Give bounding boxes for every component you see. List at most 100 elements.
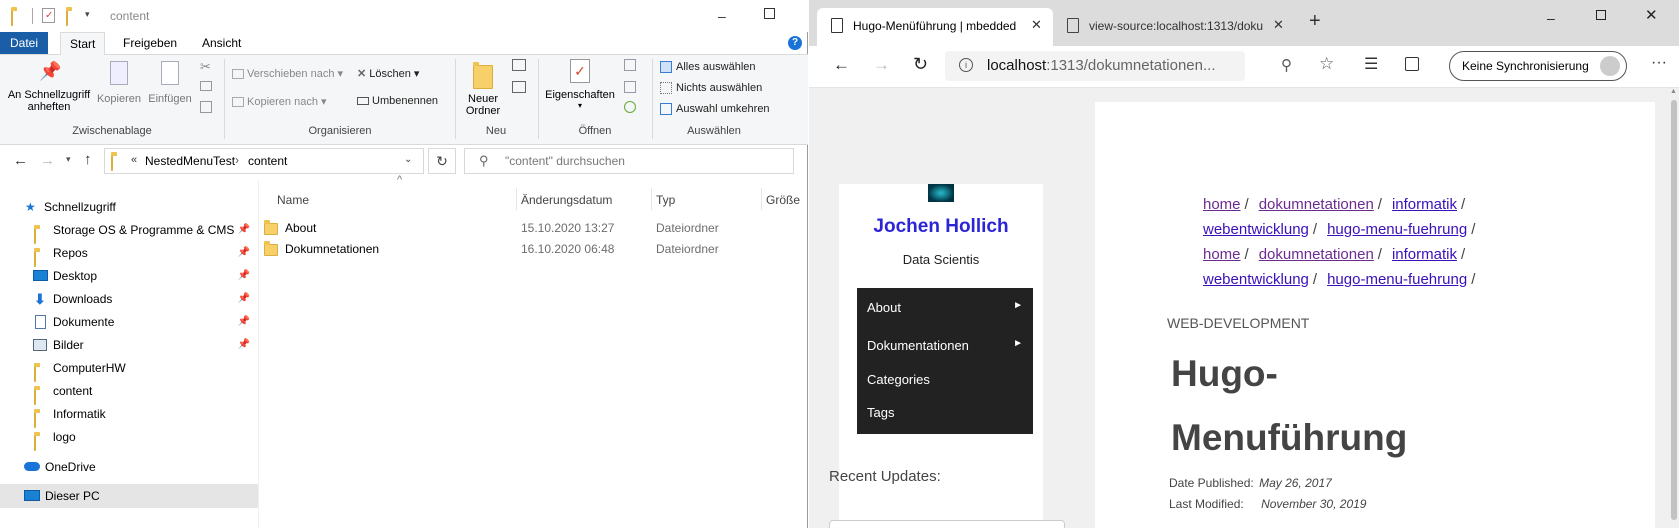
breadcrumb-link[interactable]: informatik <box>1392 246 1457 263</box>
nav-item[interactable]: Desktop 📌 <box>0 264 258 288</box>
table-row[interactable]: About 15.10.2020 13:27 Dateiordner <box>264 218 804 239</box>
back-arrow-icon[interactable]: ← <box>13 152 28 169</box>
recent-locations-icon[interactable]: ▾ <box>66 154 71 165</box>
favorite-star-icon[interactable]: ☆ <box>1319 54 1334 74</box>
nav-item[interactable]: logo <box>0 425 258 451</box>
breadcrumb-link[interactable]: hugo-menu-fuehrung <box>1327 271 1467 288</box>
help-icon[interactable]: ? <box>788 36 802 50</box>
minimize-icon[interactable]: – <box>1547 10 1555 26</box>
site-author[interactable]: Jochen Hollich <box>839 216 1043 238</box>
up-arrow-icon[interactable]: ↑ <box>84 151 92 168</box>
breadcrumb-current[interactable]: content <box>248 154 287 168</box>
breadcrumb-link[interactable]: dokumnetationen <box>1259 246 1374 263</box>
nav-item[interactable]: ⬇ Downloads 📌 <box>0 287 258 311</box>
column-header-size[interactable]: Größe <box>766 193 800 207</box>
address-bar[interactable]: i localhost:1313/dokumnetationen... <box>945 51 1245 81</box>
nav-item[interactable]: content <box>0 379 258 405</box>
paste-shortcut-icon[interactable] <box>200 101 212 113</box>
nav-item[interactable]: Dokumente 📌 <box>0 310 258 334</box>
cut-icon[interactable]: ✂ <box>200 59 211 75</box>
forward-arrow-icon[interactable]: → <box>40 152 55 169</box>
menu-item-categories[interactable]: Categories <box>867 372 930 387</box>
breadcrumb-overflow-icon[interactable]: « <box>131 154 137 166</box>
new-tab-icon[interactable]: + <box>1309 10 1321 33</box>
minimize-icon[interactable]: – <box>718 8 726 24</box>
tab-ansicht[interactable]: Ansicht <box>193 32 250 54</box>
sync-button[interactable]: Keine Synchronisierung <box>1449 51 1627 81</box>
copy-to-button[interactable]: Kopieren nach ▾ <box>232 95 327 108</box>
rename-button[interactable]: Umbenennen <box>357 95 438 107</box>
breadcrumb-link[interactable]: hugo-menu-fuehrung <box>1327 221 1467 238</box>
menu-item-tags[interactable]: Tags <box>867 405 894 420</box>
breadcrumb-link[interactable]: home <box>1203 246 1241 263</box>
tab-close-icon[interactable]: ✕ <box>1273 17 1284 33</box>
copy-button[interactable]: Kopieren <box>96 61 142 105</box>
breadcrumb-link[interactable]: home <box>1203 196 1241 213</box>
breadcrumb-separator-icon[interactable]: › <box>235 153 239 167</box>
favorites-icon[interactable]: ☰ <box>1364 54 1378 74</box>
properties-quick-icon[interactable]: ✓ <box>42 8 55 23</box>
column-divider[interactable] <box>651 188 652 210</box>
nav-item-this-pc[interactable]: Dieser PC <box>0 484 258 508</box>
select-all-button[interactable]: Alles auswählen <box>660 61 756 74</box>
column-header-type[interactable]: Typ <box>656 193 675 207</box>
breadcrumb-link[interactable]: webentwicklung <box>1203 221 1309 238</box>
close-icon[interactable]: ✕ <box>1645 6 1658 24</box>
collections-icon[interactable] <box>1405 57 1419 71</box>
tab-start[interactable]: Start <box>60 32 106 55</box>
new-folder-quick-icon[interactable] <box>66 10 68 26</box>
nav-item-quick-access[interactable]: ★ Schnellzugriff <box>0 195 258 219</box>
refresh-button[interactable]: ↻ <box>428 148 456 174</box>
refresh-icon[interactable]: ↻ <box>913 54 928 75</box>
move-to-button[interactable]: Verschieben nach ▾ <box>232 67 343 80</box>
browser-tab[interactable]: view-source:localhost:1313/doku ✕ <box>1055 8 1291 46</box>
scrollbar[interactable]: ▲ <box>1669 88 1679 528</box>
back-arrow-icon[interactable]: ← <box>833 55 850 75</box>
tab-close-icon[interactable]: ✕ <box>1031 17 1042 33</box>
copy-path-icon[interactable] <box>200 81 212 91</box>
search-input[interactable]: "content" durchsuchen <box>505 154 625 168</box>
tab-freigeben[interactable]: Freigeben <box>114 32 186 54</box>
new-folder-button[interactable]: Neuer Ordner <box>460 61 506 117</box>
address-dropdown-icon[interactable]: ⌄ <box>404 154 412 165</box>
address-bar[interactable]: « NestedMenuTest › content ⌄ <box>104 148 424 174</box>
search-box[interactable]: ⚲ "content" durchsuchen <box>464 148 794 174</box>
easy-access-icon[interactable] <box>512 81 526 93</box>
nav-item-onedrive[interactable]: OneDrive <box>0 455 258 479</box>
info-icon[interactable]: i <box>959 58 973 72</box>
new-item-icon[interactable] <box>512 59 526 71</box>
menu-item-about[interactable]: About ► <box>867 300 1023 315</box>
paste-button[interactable]: Einfügen <box>146 61 194 105</box>
browser-tab-active[interactable]: Hugo-Menüführung | mbedded ✕ <box>817 8 1053 46</box>
invert-selection-button[interactable]: Auswahl umkehren <box>660 103 770 116</box>
column-header-date[interactable]: Änderungsdatum <box>521 193 612 207</box>
scrollbar-thumb[interactable] <box>1671 100 1677 520</box>
history-icon[interactable] <box>624 101 636 113</box>
nav-item[interactable]: Bilder 📌 <box>0 333 258 357</box>
maximize-icon[interactable] <box>1596 10 1606 20</box>
properties-button[interactable]: ✓ Eigenschaften ▾ <box>542 59 618 110</box>
tab-datei[interactable]: Datei <box>0 32 48 54</box>
pin-quick-access-button[interactable]: 📌 An Schnellzugriff anheften <box>6 61 92 119</box>
zoom-out-icon[interactable]: ⚲ <box>1281 56 1292 74</box>
breadcrumb-link[interactable]: webentwicklung <box>1203 271 1309 288</box>
breadcrumb-parent[interactable]: NestedMenuTest <box>145 154 235 168</box>
nav-item[interactable]: Repos 📌 <box>0 241 258 267</box>
select-none-button[interactable]: Nichts auswählen <box>660 82 762 95</box>
delete-button[interactable]: ✕ Löschen ▾ <box>357 67 419 80</box>
breadcrumb-link[interactable]: dokumnetationen <box>1259 196 1374 213</box>
customize-quick-access-icon[interactable]: ▾ <box>85 9 90 20</box>
edit-icon[interactable] <box>624 81 636 93</box>
open-icon[interactable] <box>624 59 636 71</box>
breadcrumb-link[interactable]: informatik <box>1392 196 1457 213</box>
nav-item[interactable]: Storage OS & Programme & CMS 📌 <box>0 218 258 244</box>
maximize-icon[interactable] <box>764 8 775 19</box>
forward-arrow-icon[interactable]: → <box>873 55 890 75</box>
menu-item-dokumentationen[interactable]: Dokumentationen ► <box>867 338 1023 353</box>
article-category[interactable]: WEB-DEVELOPMENT <box>1167 315 1309 331</box>
column-divider[interactable] <box>516 188 517 210</box>
url-text[interactable]: localhost:1313/dokumnetationen... <box>987 57 1216 74</box>
table-row[interactable]: Dokumnetationen 16.10.2020 06:48 Dateior… <box>264 239 804 260</box>
column-divider[interactable] <box>761 188 762 210</box>
column-header-name[interactable]: Name <box>277 193 309 207</box>
